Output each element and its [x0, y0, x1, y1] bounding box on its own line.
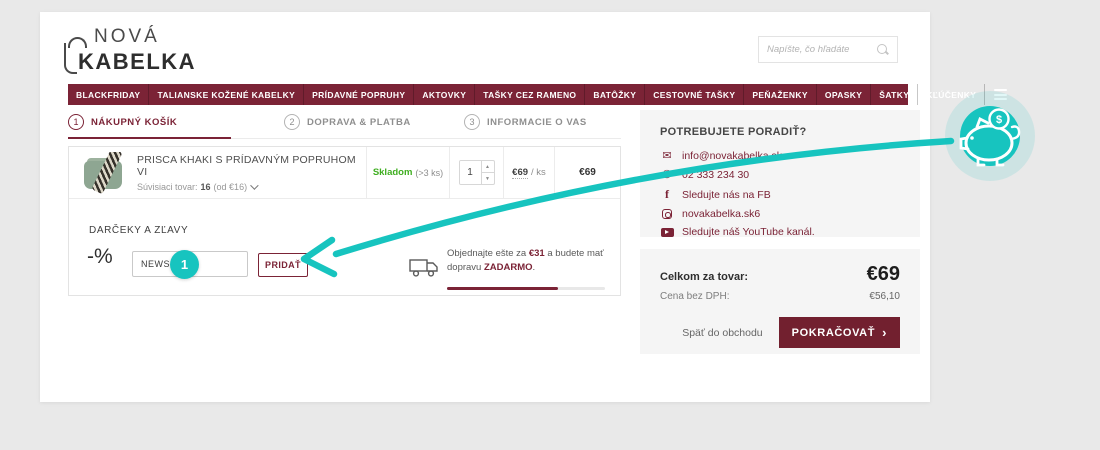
nav-item-talianske-kozene-kabelky[interactable]: TALIANSKE KOŽENÉ KABELKY	[148, 84, 303, 105]
envelope-icon: ✉	[660, 149, 674, 162]
product-thumbnail[interactable]	[81, 152, 125, 194]
cart-panel: PRISCA KHAKI S PRÍDAVNÝM POPRUHOM VI Súv…	[68, 146, 621, 296]
chevron-down-icon	[250, 181, 258, 189]
shipping-free: ZADARMO	[484, 262, 533, 273]
search-input[interactable]	[767, 44, 876, 55]
quantity-down-icon[interactable]: ▼	[482, 173, 494, 184]
step-number: 3	[464, 114, 480, 130]
step-label: DOPRAVA & PLATBA	[307, 117, 411, 128]
nav-item-pridavne-popruhy[interactable]: PRÍDAVNÉ POPRUHY	[303, 84, 413, 105]
chevron-right-icon: ›	[882, 326, 887, 339]
step-your-info[interactable]: 3 INFORMACIE O VAS	[464, 114, 587, 130]
vat-label: Cena bez DPH:	[660, 291, 729, 302]
step-number: 2	[284, 114, 300, 130]
shipping-progress-fill	[447, 287, 558, 290]
nav-item-tasky-cez-rameno[interactable]: TAŠKY CEZ RAMENO	[474, 84, 584, 105]
discount-percent-icon: -%	[87, 245, 113, 269]
bag-corner-icon	[64, 43, 77, 74]
active-step-underline	[68, 137, 231, 139]
checkout-steps: 1 NÁKUPNÝ KOŠÍK 2 DOPRAVA & PLATBA 3 INF…	[68, 108, 621, 139]
product-title[interactable]: PRISCA KHAKI S PRÍDAVNÝM POPRUHOM VI	[137, 154, 366, 178]
free-shipping-progress	[447, 287, 605, 290]
facebook-link[interactable]: f Sledujte nás na FB	[660, 187, 900, 202]
product-link[interactable]: PRISCA KHAKI S PRÍDAVNÝM POPRUHOM VI Súv…	[69, 147, 366, 198]
vat-value: €56,10	[869, 291, 900, 302]
total-value: €69	[867, 263, 900, 286]
search-box	[758, 36, 898, 63]
total-label: Celkom za tovar:	[660, 271, 748, 283]
related-count: 16	[201, 182, 211, 192]
facebook-icon: f	[660, 187, 674, 202]
line-total: €69	[554, 147, 620, 198]
stock-label: Skladom	[373, 167, 413, 178]
quantity-input[interactable]	[460, 161, 481, 184]
quantity-up-icon[interactable]: ▲	[482, 161, 494, 173]
nav-item-penazenky[interactable]: PEŇAŽENKY	[743, 84, 816, 105]
youtube-link[interactable]: Sledujte náš YouTube kanál.	[660, 226, 900, 238]
free-shipping-notice: Objednajte ešte za €31 a budete mať dopr…	[447, 247, 615, 276]
nav-item-cestovne-tasky[interactable]: CESTOVNÉ TAŠKY	[644, 84, 743, 105]
contact-phone-link[interactable]: ✆ 02 333 234 30	[660, 168, 900, 181]
nav-item-blackfriday[interactable]: BLACKFRIDAY	[68, 84, 148, 105]
tutorial-step-badge: 1	[170, 250, 199, 279]
related-products-toggle[interactable]: Súvisiaci tovar: 16 (od €16)	[137, 182, 366, 192]
dollar-coin-symbol: $	[996, 114, 1002, 126]
stock-note: (>3 ks)	[415, 168, 443, 178]
nav-item-satky[interactable]: ŠATKY	[870, 84, 917, 105]
stock-status: Skladom (>3 ks)	[366, 147, 449, 198]
add-coupon-button[interactable]: PRIDAŤ	[258, 253, 308, 277]
continue-button[interactable]: POKRAČOVAŤ ›	[779, 317, 900, 348]
nav-item-batozky[interactable]: BATÔŽKY	[584, 84, 644, 105]
search-icon[interactable]	[876, 43, 889, 56]
store-logo[interactable]: NOVÁ KABELKA	[68, 26, 196, 75]
quantity-cell: ▲ ▼	[449, 147, 503, 198]
need-help-box: POTREBUJETE PORADIŤ? ✉ info@novakabelka.…	[640, 110, 920, 237]
step-cart[interactable]: 1 NÁKUPNÝ KOŠÍK	[68, 114, 177, 130]
nav-item-opasky[interactable]: OPASKY	[816, 84, 870, 105]
logo-text-top: NOVÁ	[94, 26, 160, 48]
step-label: INFORMACIE O VAS	[487, 117, 587, 128]
cart-item-row: PRISCA KHAKI S PRÍDAVNÝM POPRUHOM VI Súv…	[69, 147, 620, 199]
instagram-link[interactable]: novakabelka.sk6	[660, 208, 900, 220]
truck-icon	[409, 257, 439, 279]
main-nav: BLACKFRIDAY TALIANSKE KOŽENÉ KABELKY PRÍ…	[68, 84, 908, 105]
shipping-amount: €31	[529, 248, 545, 259]
main-card: NOVÁ KABELKA BLACKFRIDAY TALIANSKE KOŽEN…	[40, 12, 930, 402]
unit-price: €69 / ks	[503, 147, 554, 198]
youtube-icon	[660, 228, 674, 237]
phone-icon: ✆	[660, 168, 674, 181]
gifts-discounts-heading: DARČEKY A ZĽAVY	[89, 225, 188, 236]
quantity-stepper: ▲ ▼	[459, 160, 495, 185]
logo-text-bottom: KABELKA	[78, 49, 196, 75]
instagram-icon	[660, 209, 674, 219]
hamburger-icon[interactable]	[984, 84, 1016, 105]
contact-email-link[interactable]: ✉ info@novakabelka.sk	[660, 149, 900, 162]
order-summary-box: Celkom za tovar: €69 Cena bez DPH: €56,1…	[640, 249, 920, 354]
nav-item-klucenky[interactable]: KĽÚČENKY	[917, 84, 984, 105]
back-to-shop-link[interactable]: Späť do obchodu	[682, 327, 762, 339]
step-shipping-payment[interactable]: 2 DOPRAVA & PLATBA	[284, 114, 411, 130]
nav-item-aktovky[interactable]: AKTOVKY	[413, 84, 474, 105]
step-number: 1	[68, 114, 84, 130]
step-label: NÁKUPNÝ KOŠÍK	[91, 117, 177, 128]
need-help-title: POTREBUJETE PORADIŤ?	[660, 126, 900, 138]
